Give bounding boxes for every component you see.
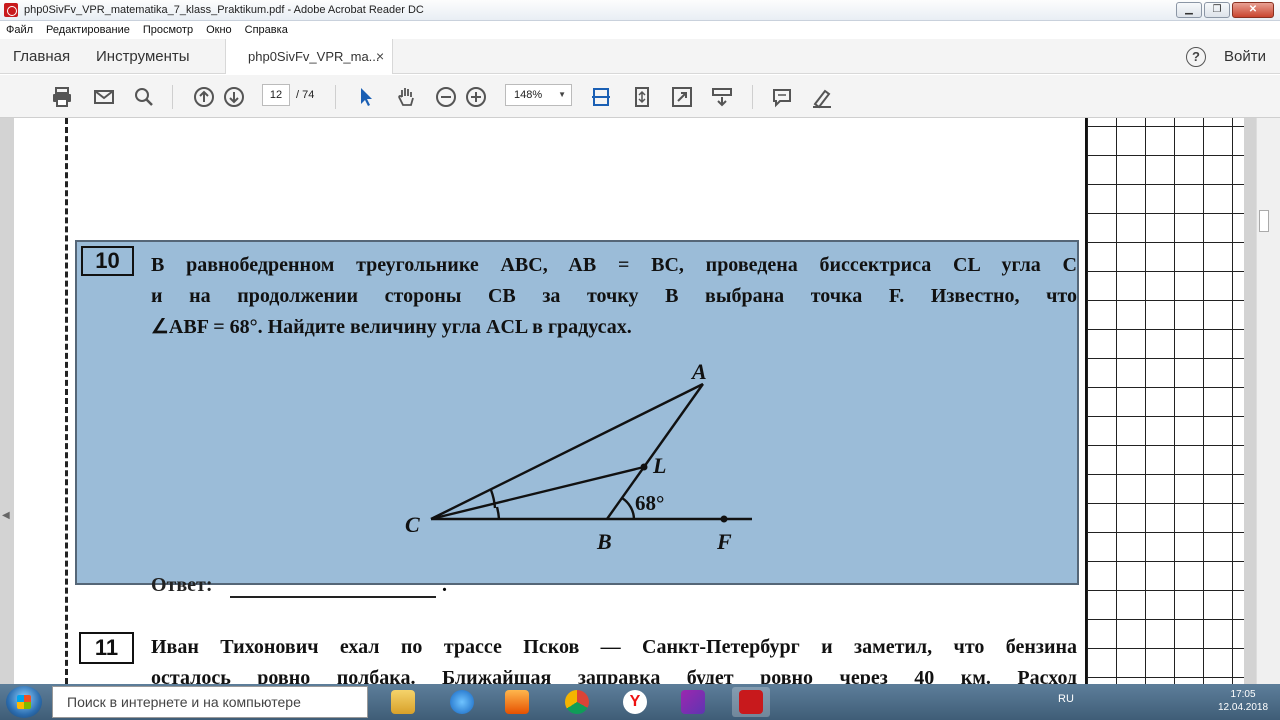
clock-date: 12.04.2018 [1218,702,1269,713]
comment-icon[interactable] [770,85,794,109]
task-text-line: осталось ровно полбака. Ближайшая заправ… [151,667,1077,684]
label-b: B [596,529,612,554]
toolbar-separator [335,85,336,109]
fit-width-icon[interactable] [589,85,613,109]
task-text: Иван Тихонович ехал по трассе Псков — Са… [151,632,1077,684]
toolbar [0,75,1280,118]
search-icon[interactable] [132,85,156,109]
scrollbar-thumb[interactable] [1259,210,1269,232]
hand-tool-icon[interactable] [394,85,418,109]
prev-page-arrow-icon[interactable]: ◀ [2,510,10,521]
pdf-page: 10 В равнобедренном треугольнике ABC, AB… [14,118,1244,684]
acrobat-icon[interactable] [732,687,770,717]
tab-row: Главная Инструменты php0SivFv_VPR_ma... … [0,39,1280,74]
minimize-button[interactable]: ▁ [1176,2,1202,18]
menu-window[interactable]: Окно [206,24,232,36]
point-f [720,515,728,523]
page-cut-line [65,118,68,684]
angle-label: 68° [635,491,664,515]
tab-document-label: php0SivFv_VPR_ma... [248,49,380,64]
answer-line [230,596,436,598]
zoom-out-icon[interactable] [434,85,458,109]
task-text-line: Иван Тихонович ехал по трассе Псков — Са… [151,636,1077,658]
page-number-input[interactable]: 12 [262,84,290,106]
menu-file[interactable]: Файл [6,24,33,36]
tab-home[interactable]: Главная [13,48,70,65]
triangle-figure: A L C B F 68° [405,359,752,554]
task-number: 11 [79,632,134,664]
language-indicator[interactable]: RU [1058,693,1074,705]
full-screen-icon[interactable] [670,85,694,109]
tab-tools[interactable]: Инструменты [96,48,190,65]
system-clock[interactable]: 17:05 12.04.2018 [1218,688,1268,714]
zoom-in-icon[interactable] [464,85,488,109]
vertical-scrollbar[interactable] [1256,118,1280,684]
label-f: F [716,529,732,554]
close-window-button[interactable]: ✕ [1232,2,1274,18]
chrome-icon[interactable] [558,687,596,717]
taskbar-search-input[interactable]: Поиск в интернете и на компьютере [52,686,368,718]
print-icon[interactable] [50,85,74,109]
title-bar: php0SivFv_VPR_matematika_7_klass_Praktik… [0,0,1280,21]
zoom-select[interactable]: 148% ▼ [505,84,572,106]
document-viewport[interactable]: 10 В равнобедренном треугольнике ABC, AB… [0,118,1280,684]
label-a: A [690,359,707,384]
explorer-icon[interactable] [384,687,422,717]
menu-edit[interactable]: Редактирование [46,24,130,36]
highlight-icon[interactable] [810,85,834,109]
toolbar-separator [172,85,173,109]
acrobat-window: php0SivFv_VPR_matematika_7_klass_Praktik… [0,0,1280,720]
ie-icon[interactable] [443,687,481,717]
windows-taskbar: Поиск в интернете и на компьютере Y RU 1… [0,684,1280,720]
signin-button[interactable]: Войти [1224,48,1266,65]
window-title: php0SivFv_VPR_matematika_7_klass_Praktik… [24,4,424,16]
menu-bar: Файл Редактирование Просмотр Окно Справк… [0,21,1280,39]
page-down-icon[interactable] [222,85,246,109]
toolbar-separator [752,85,753,109]
maximize-button[interactable]: ❐ [1204,2,1230,18]
read-mode-icon[interactable] [710,85,734,109]
media-icon[interactable] [498,687,536,717]
page-up-icon[interactable] [192,85,216,109]
answer-dot: . [442,574,447,596]
chevron-down-icon: ▼ [558,90,566,99]
menu-view[interactable]: Просмотр [143,24,193,36]
label-c: C [405,512,420,537]
select-cursor-icon[interactable] [354,85,378,109]
point-l [640,463,648,471]
answer-grid [1085,118,1244,684]
zoom-value: 148% [514,89,543,101]
page-total: / 74 [296,89,315,101]
scroll-mode-icon[interactable] [630,85,654,109]
tab-document[interactable]: php0SivFv_VPR_ma... × [225,39,393,74]
acrobat-app-icon [4,3,18,17]
task-10-box: 10 В равнобедренном треугольнике ABC, AB… [75,240,1079,585]
answer-label: Ответ: [151,574,213,596]
menu-help[interactable]: Справка [245,24,288,36]
angle-arc-abf [621,496,636,520]
clock-time: 17:05 [1230,689,1256,700]
close-icon[interactable]: × [376,48,384,64]
help-icon[interactable]: ? [1186,47,1206,67]
label-l: L [652,453,666,478]
angle-arc-lcb [495,506,501,520]
email-icon[interactable] [92,85,116,109]
vs-icon[interactable] [674,687,712,717]
start-button[interactable] [6,686,42,718]
yandex-icon[interactable]: Y [616,687,654,717]
